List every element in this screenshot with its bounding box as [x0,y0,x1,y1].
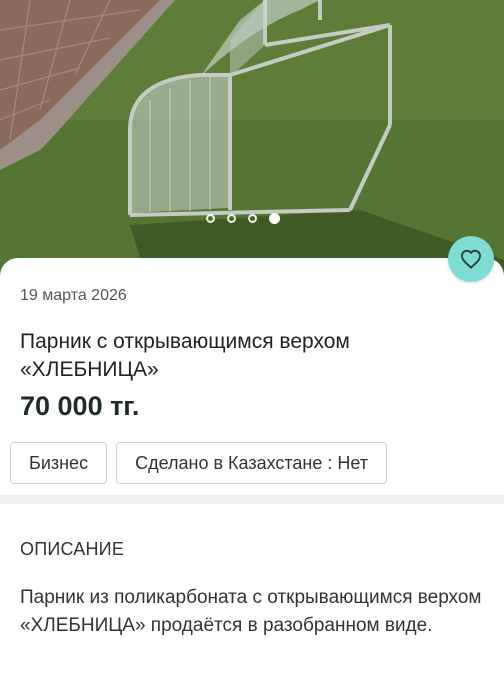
gallery-dot[interactable] [227,214,236,223]
section-divider [0,495,504,504]
gallery-dot[interactable] [248,214,257,223]
chip-category[interactable]: Бизнес [10,442,108,484]
heart-icon [460,249,482,269]
attribute-chips: Бизнес Сделано в Казахстане : Нет [10,442,388,484]
gallery-dot[interactable] [206,214,215,223]
favorite-button[interactable] [448,236,494,282]
description-text: Парник из поликарбоната с открывающимся … [20,587,482,636]
description-heading: ОПИСАНИЕ [20,539,125,559]
gallery-dot-active[interactable] [269,213,280,224]
listing-photo[interactable] [0,0,504,290]
greenhouse-image [0,0,504,290]
listing-title: Парник с открывающимся верхом «ХЛЕБНИЦА» [20,330,350,381]
listing-price: 70 000 тг. [20,391,140,421]
chip-made-in-kazakhstan[interactable]: Сделано в Казахстане : Нет [116,442,388,484]
gallery-pagination [206,213,280,224]
listing-date: 19 марта 2026 [20,287,127,304]
